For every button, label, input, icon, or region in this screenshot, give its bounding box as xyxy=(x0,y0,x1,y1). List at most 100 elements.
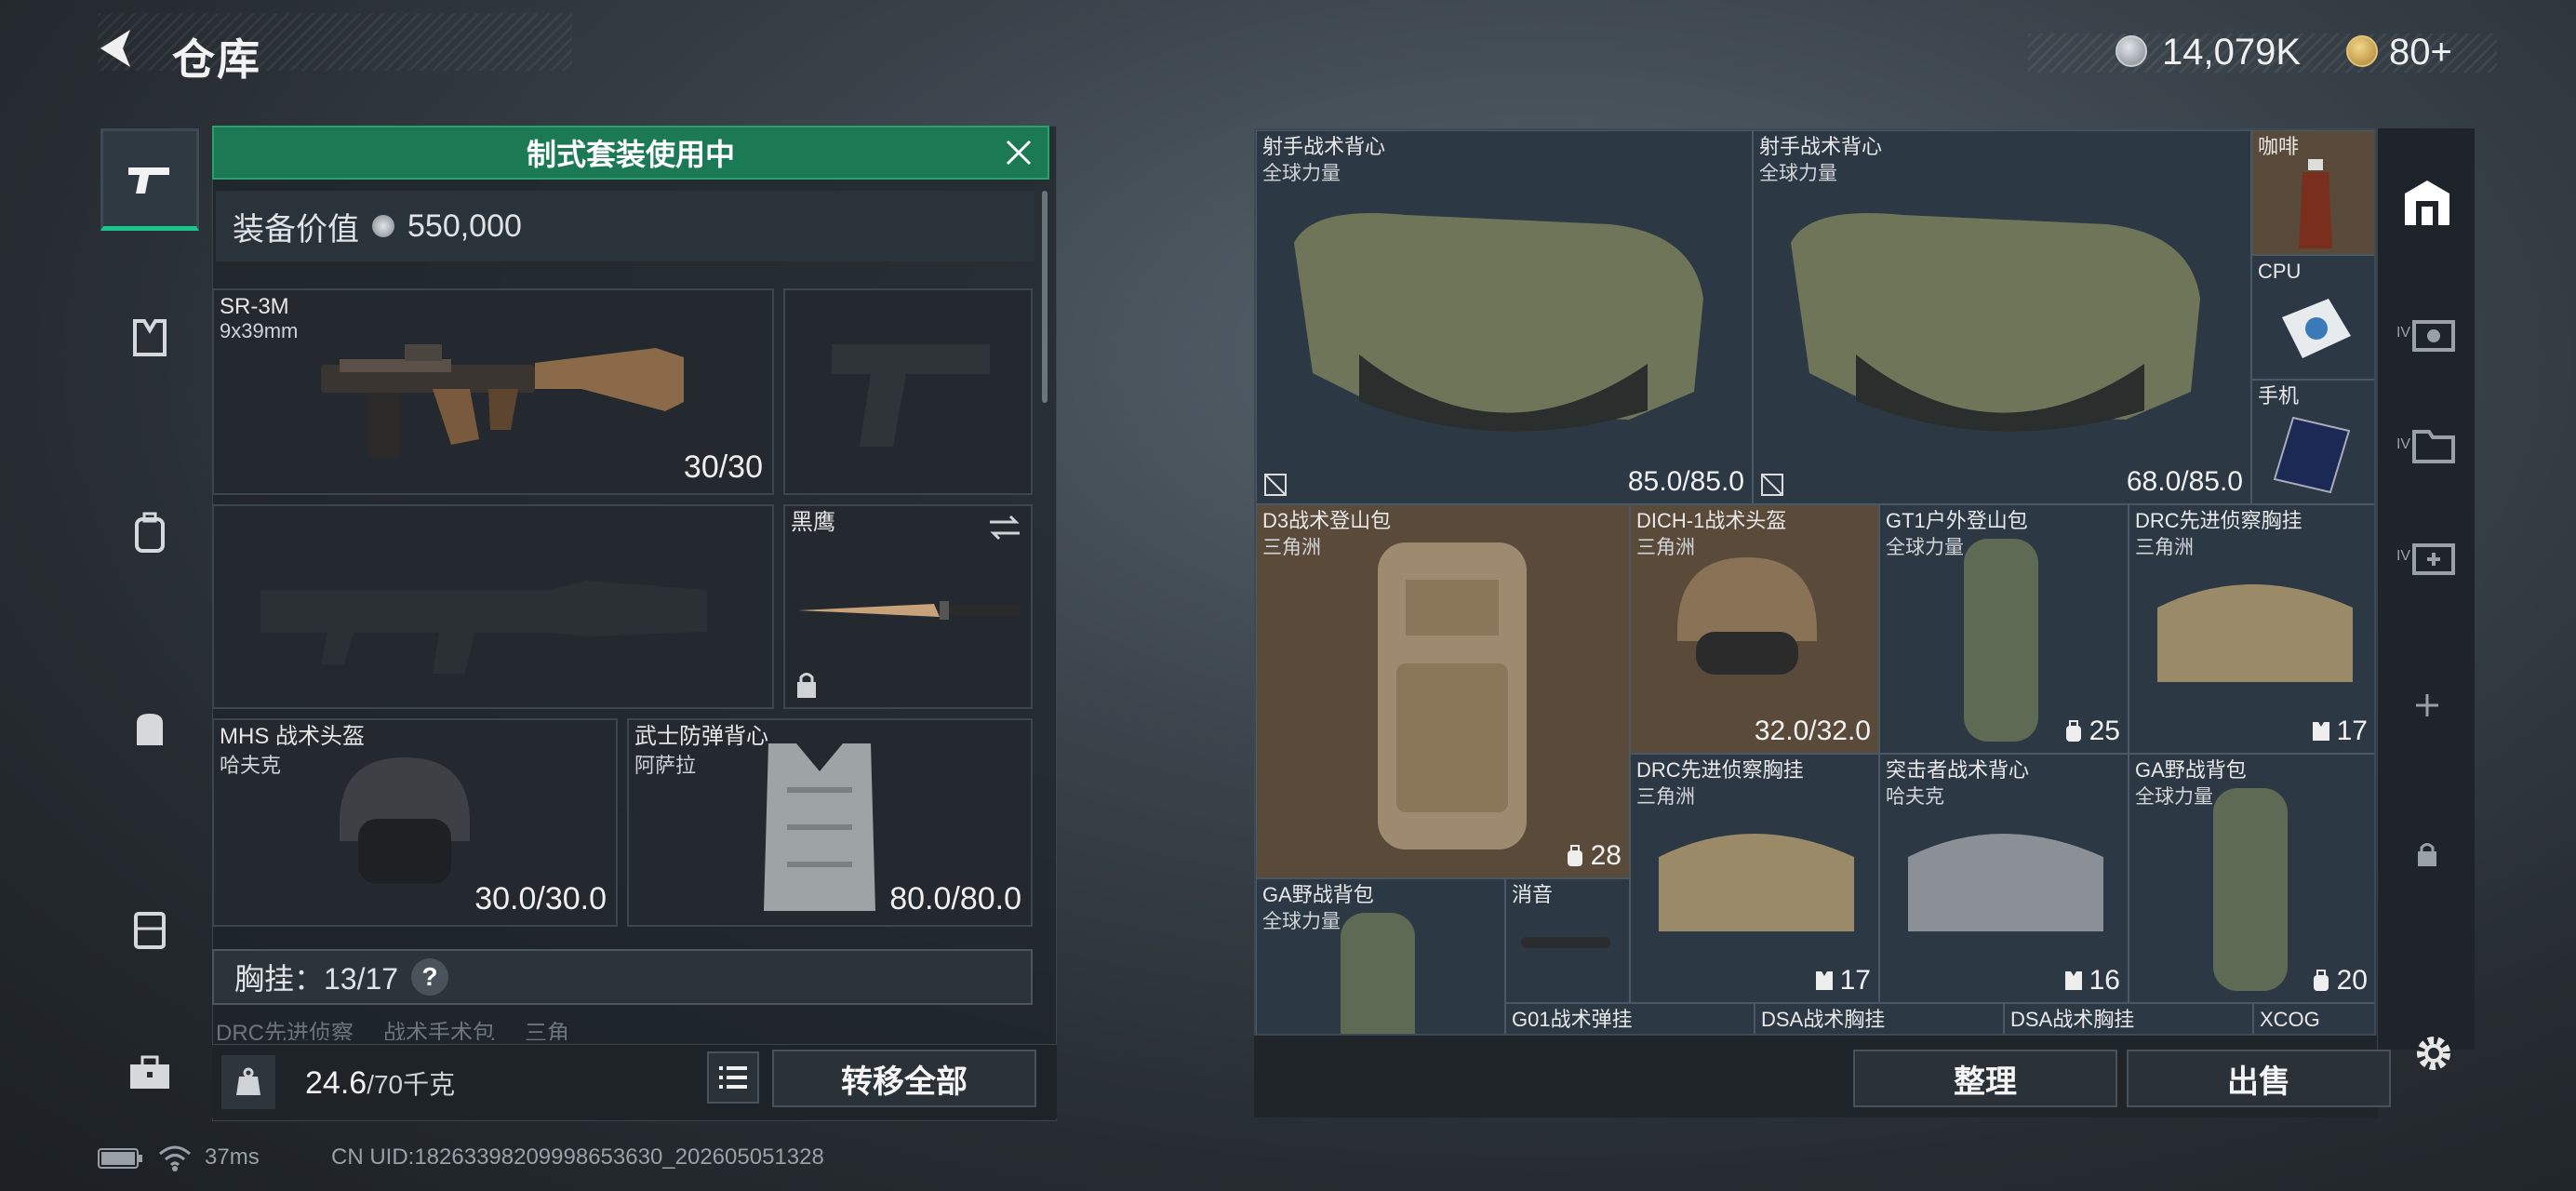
item-capacity: 16 xyxy=(2089,965,2120,996)
slot-helmet[interactable]: MHS 战术头盔 哈夫克 30.0/30.0 xyxy=(212,718,618,927)
storage-item[interactable]: 消音 xyxy=(1505,878,1630,1003)
item-brand: 全球力量 xyxy=(1262,163,1341,184)
storage-icon xyxy=(2401,179,2453,227)
help-icon[interactable]: ? xyxy=(411,958,449,996)
sort-button[interactable]: 整理 xyxy=(1853,1050,2117,1107)
slot-secondary-weapon[interactable] xyxy=(212,504,774,709)
back-arrow-icon[interactable] xyxy=(93,24,141,73)
list-view-button[interactable] xyxy=(707,1051,759,1104)
storage-item[interactable]: GA野战背包 全球力量 20 xyxy=(2129,754,2374,1003)
chest-rig-image xyxy=(1659,834,1854,931)
gold-coin-icon xyxy=(2346,35,2378,67)
tab-armor[interactable] xyxy=(100,287,199,389)
tab-main-storage[interactable] xyxy=(2378,156,2476,249)
tab-weapons[interactable] xyxy=(100,128,199,231)
armor-icon xyxy=(2063,970,2084,992)
storage-item[interactable]: G01战术弹挂 xyxy=(1505,1003,1755,1034)
backpack-image xyxy=(1964,539,2038,742)
storage-item[interactable]: D3战术登山包 三角洲 28 xyxy=(1256,504,1630,878)
backpack-icon xyxy=(1565,845,1585,867)
tab-backpack[interactable] xyxy=(100,482,199,584)
item-name: GT1户外登山包 xyxy=(1886,509,2028,532)
backpack-image xyxy=(2213,788,2288,991)
item-name: CPU xyxy=(2258,260,2302,283)
swap-icon[interactable] xyxy=(988,514,1021,542)
chest-rig-image xyxy=(2157,584,2353,682)
list-item: DRC先进侦察 xyxy=(216,1021,354,1040)
loadout-value: 550,000 xyxy=(407,207,522,244)
tab-tier-label: IV xyxy=(2396,548,2411,564)
armor-icon xyxy=(131,317,168,358)
item-name: SR-3M xyxy=(220,294,289,319)
storage-item[interactable]: 射手战术背心 全球力量 68.0/85.0 xyxy=(1753,130,2251,504)
item-brand: 哈夫克 xyxy=(1886,786,1944,808)
storage-item[interactable]: DRC先进侦察胸挂 三角洲 17 xyxy=(2129,504,2374,754)
sell-button[interactable]: 出售 xyxy=(2127,1050,2391,1107)
tab-toolbox[interactable] xyxy=(100,1022,199,1124)
storage-item[interactable]: XCOG xyxy=(2253,1003,2374,1034)
pistol-silhouette xyxy=(832,344,990,447)
tab-storage-expansion-1[interactable]: IV xyxy=(2378,287,2476,380)
helmet-image xyxy=(340,757,470,884)
medkit-icon xyxy=(2410,536,2457,577)
slot-armor[interactable]: 武士防弹背心 阿萨拉 80.0/80.0 xyxy=(627,718,1033,927)
storage-item[interactable]: CPU xyxy=(2251,255,2374,380)
suppressor-image xyxy=(1521,937,1610,948)
toolbox-icon xyxy=(128,1055,171,1091)
storage-item[interactable]: 突击者战术背心 哈夫克 16 xyxy=(1879,754,2129,1003)
storage-item[interactable]: DICH-1战术头盔 三角洲 32.0/32.0 xyxy=(1630,504,1879,754)
item-name: DSA战术胸挂 xyxy=(2010,1008,2135,1031)
slot-pistol[interactable] xyxy=(783,288,1033,495)
phone-image xyxy=(2273,416,2351,494)
lock-icon xyxy=(2416,840,2438,868)
transfer-all-button[interactable]: 转移全部 xyxy=(772,1050,1036,1107)
add-storage-button[interactable] xyxy=(2378,668,2476,743)
coffee-bottle-image xyxy=(2299,159,2332,248)
storage-item[interactable]: 手机 xyxy=(2251,380,2374,504)
gear-icon[interactable] xyxy=(2409,1029,2458,1077)
backpack-icon xyxy=(2311,970,2331,992)
storage-item[interactable]: DRC先进侦察胸挂 三角洲 17 xyxy=(1630,754,1879,1003)
plus-icon xyxy=(2413,691,2441,719)
weight-unit: /70千克 xyxy=(367,1070,456,1099)
item-brand: 阿萨拉 xyxy=(634,754,697,777)
category-tabbar xyxy=(100,119,199,1089)
list-item: 三角 xyxy=(525,1021,569,1040)
chest-rig-contents-row: DRC先进侦察 战术手术包 三角 xyxy=(216,1014,1034,1040)
value-label: 装备价值 xyxy=(233,211,359,248)
item-name: GA野战背包 xyxy=(1262,883,1374,906)
cpu-image xyxy=(2282,299,2351,358)
ping-readout: 37ms xyxy=(205,1144,260,1170)
weight-readout: 24.6 /70千克 xyxy=(305,1064,455,1102)
lock-icon xyxy=(794,670,819,700)
chest-rig-row[interactable]: 胸挂：13/17 ? xyxy=(212,949,1033,1005)
storage-item[interactable]: DSA战术胸挂 xyxy=(2004,1003,2253,1034)
banner-text: 制式套装使用中 xyxy=(526,138,735,171)
slot-primary-weapon[interactable]: SR-3M 9x39mm 30/30 xyxy=(212,288,774,495)
no-repair-icon xyxy=(1759,472,1785,498)
vest-image xyxy=(1294,213,1703,432)
tab-storage-expansion-2[interactable]: IV xyxy=(2378,398,2476,491)
item-capacity: 25 xyxy=(2089,716,2120,746)
backpack-image xyxy=(1378,542,1527,850)
storage-item[interactable]: 咖啡 xyxy=(2251,130,2374,255)
capacity-readout: 20 xyxy=(2311,965,2368,997)
uid-readout: CN UID:18263398209998653630_202605051328 xyxy=(331,1144,824,1170)
item-name: DRC先进侦察胸挂 xyxy=(2135,509,2302,532)
backpack-icon xyxy=(131,512,168,555)
tab-case[interactable] xyxy=(100,877,199,980)
storage-item[interactable]: 射手战术背心 全球力量 85.0/85.0 xyxy=(1256,130,1753,504)
storage-item[interactable]: DSA战术胸挂 xyxy=(1755,1003,2004,1034)
tab-bag[interactable] xyxy=(100,677,199,780)
storage-grid: 射手战术背心 全球力量 85.0/85.0 射手战术背心 全球力量 68.0/8… xyxy=(1254,128,2376,1036)
battery-icon xyxy=(97,1146,143,1171)
close-icon[interactable] xyxy=(1003,137,1034,168)
currency-gold[interactable]: 80+ xyxy=(2389,32,2452,74)
item-name: DSA战术胸挂 xyxy=(1761,1008,1886,1031)
loadout-scrollbar[interactable] xyxy=(1042,191,1048,403)
slot-melee[interactable]: 黑鹰 xyxy=(783,504,1033,709)
storage-item[interactable]: GA野战背包 全球力量 xyxy=(1256,878,1505,1034)
storage-item[interactable]: GT1户外登山包 全球力量 25 xyxy=(1879,504,2129,754)
no-repair-icon xyxy=(1262,472,1288,498)
tab-storage-expansion-3[interactable]: IV xyxy=(2378,510,2476,603)
